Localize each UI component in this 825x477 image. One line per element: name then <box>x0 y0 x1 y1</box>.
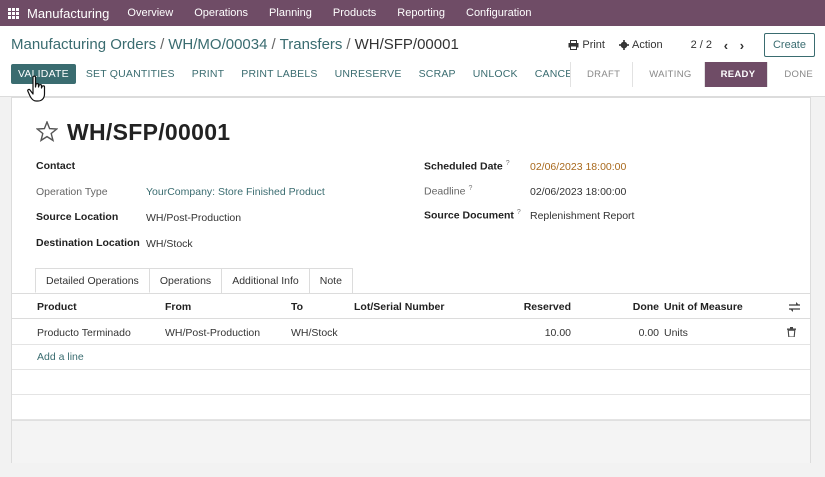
empty-table-row <box>12 395 810 420</box>
column-lot-serial[interactable]: Lot/Serial Number <box>354 301 444 313</box>
cell-from: WH/Post-Production <box>165 327 261 339</box>
column-reserved[interactable]: Reserved <box>524 301 571 313</box>
trash-icon[interactable] <box>787 327 796 337</box>
action-menu-button[interactable]: Action <box>618 39 663 51</box>
column-from[interactable]: From <box>165 301 191 313</box>
cell-done: 0.00 <box>638 327 659 339</box>
status-ready[interactable]: READY <box>703 62 768 87</box>
form-sheet: WH/SFP/00001 Contact Operation Type Your… <box>11 97 811 463</box>
operation-type-value[interactable]: YourCompany: Store Finished Product <box>146 186 325 198</box>
pager-next-icon[interactable]: › <box>734 38 750 53</box>
apps-menu-icon[interactable] <box>8 7 19 19</box>
set-quantities-button[interactable]: SET QUANTITIES <box>86 68 175 80</box>
notebook-tabs: Detailed Operations Operations Additiona… <box>35 268 353 293</box>
sheet-footer <box>12 420 810 463</box>
tab-detailed-operations[interactable]: Detailed Operations <box>35 268 150 293</box>
pager-value[interactable]: 2 / 2 <box>691 39 712 51</box>
print-menu-label: Print <box>582 39 605 51</box>
breadcrumb-transfers[interactable]: Transfers <box>280 36 343 53</box>
column-product[interactable]: Product <box>37 301 77 313</box>
tab-note[interactable]: Note <box>308 268 353 293</box>
cell-unit-of-measure: Units <box>664 327 688 339</box>
menu-reporting[interactable]: Reporting <box>397 7 445 19</box>
help-tooltip-icon[interactable]: ? <box>506 160 510 167</box>
scheduled-date-label-text: Scheduled Date <box>424 160 503 173</box>
destination-location-label: Destination Location <box>36 237 140 249</box>
cell-reserved: 10.00 <box>544 327 571 339</box>
action-buttons: VALIDATE SET QUANTITIES PRINT PRINT LABE… <box>11 64 579 84</box>
breadcrumb-separator: / <box>346 36 351 53</box>
status-bar: DRAFT WAITING READY DONE <box>570 62 825 87</box>
help-tooltip-icon[interactable]: ? <box>517 209 521 216</box>
menu-operations[interactable]: Operations <box>194 7 248 19</box>
record-title: WH/SFP/00001 <box>67 119 231 145</box>
table-row[interactable]: Producto Terminado WH/Post-Production WH… <box>12 320 810 345</box>
menu-products[interactable]: Products <box>333 7 376 19</box>
scrap-button[interactable]: SCRAP <box>419 68 456 80</box>
empty-table-row <box>12 370 810 395</box>
contact-label: Contact <box>36 160 76 172</box>
menu-overview[interactable]: Overview <box>127 7 173 19</box>
deadline-label-text: Deadline <box>424 185 466 198</box>
control-panel-right: Print Action 2 / 2 ‹ › Create <box>568 33 815 57</box>
scheduled-date-value[interactable]: 02/06/2023 18:00:00 <box>530 161 626 173</box>
tab-additional-info[interactable]: Additional Info <box>221 268 310 293</box>
unlock-button[interactable]: UNLOCK <box>473 68 518 80</box>
column-to[interactable]: To <box>291 301 303 313</box>
print-button[interactable]: PRINT <box>192 68 225 80</box>
deadline-value[interactable]: 02/06/2023 18:00:00 <box>530 186 626 198</box>
column-done[interactable]: Done <box>633 301 659 313</box>
create-button[interactable]: Create <box>763 33 815 57</box>
print-icon <box>568 40 579 50</box>
cell-product: Producto Terminado <box>37 327 131 339</box>
optional-columns-icon[interactable] <box>789 302 800 312</box>
breadcrumb-separator: / <box>160 36 165 53</box>
print-menu-button[interactable]: Print <box>568 39 605 51</box>
hand-cursor-icon <box>27 75 46 102</box>
table-header: Product From To Lot/Serial Number Reserv… <box>12 294 810 319</box>
gear-icon <box>618 40 629 50</box>
print-labels-button[interactable]: PRINT LABELS <box>241 68 317 80</box>
operation-type-label: Operation Type <box>36 186 108 198</box>
unreserve-button[interactable]: UNRESERVE <box>335 68 402 80</box>
help-tooltip-icon[interactable]: ? <box>468 185 472 192</box>
breadcrumb-manufacturing-order[interactable]: WH/MO/00034 <box>168 36 267 53</box>
source-document-value[interactable]: Replenishment Report <box>530 210 634 222</box>
source-document-label-text: Source Document <box>424 209 514 222</box>
breadcrumb-current: WH/SFP/00001 <box>354 36 459 53</box>
column-unit-of-measure[interactable]: Unit of Measure <box>664 301 743 313</box>
scheduled-date-label: Scheduled Date? <box>424 160 510 173</box>
breadcrumb: Manufacturing Orders / WH/MO/00034/Transfe… <box>11 36 459 53</box>
menu-configuration[interactable]: Configuration <box>466 7 531 19</box>
source-document-label: Source Document? <box>424 209 521 222</box>
top-navbar: Manufacturing Overview Operations Planni… <box>0 0 825 26</box>
tab-operations[interactable]: Operations <box>148 268 223 293</box>
destination-location-value[interactable]: WH/Stock <box>146 238 193 250</box>
breadcrumb-separator: / <box>271 36 276 53</box>
status-waiting[interactable]: WAITING <box>632 62 704 87</box>
add-line-link[interactable]: Add a line <box>37 351 84 363</box>
star-icon[interactable] <box>36 121 58 142</box>
status-done[interactable]: DONE <box>767 62 825 87</box>
control-panel: Manufacturing Orders / WH/MO/00034/Transfe… <box>0 26 825 97</box>
breadcrumb-manufacturing-orders[interactable]: Manufacturing Orders <box>11 36 156 53</box>
menu-planning[interactable]: Planning <box>269 7 312 19</box>
cell-to: WH/Stock <box>291 327 338 339</box>
source-location-value[interactable]: WH/Post-Production <box>146 212 241 224</box>
pager-previous-icon[interactable]: ‹ <box>718 38 734 53</box>
status-draft[interactable]: DRAFT <box>570 62 633 87</box>
action-menu-label: Action <box>631 39 663 51</box>
add-line-row: Add a line <box>12 345 810 370</box>
deadline-label: Deadline? <box>424 185 472 198</box>
source-location-label: Source Location <box>36 211 119 223</box>
app-name[interactable]: Manufacturing <box>27 6 109 21</box>
